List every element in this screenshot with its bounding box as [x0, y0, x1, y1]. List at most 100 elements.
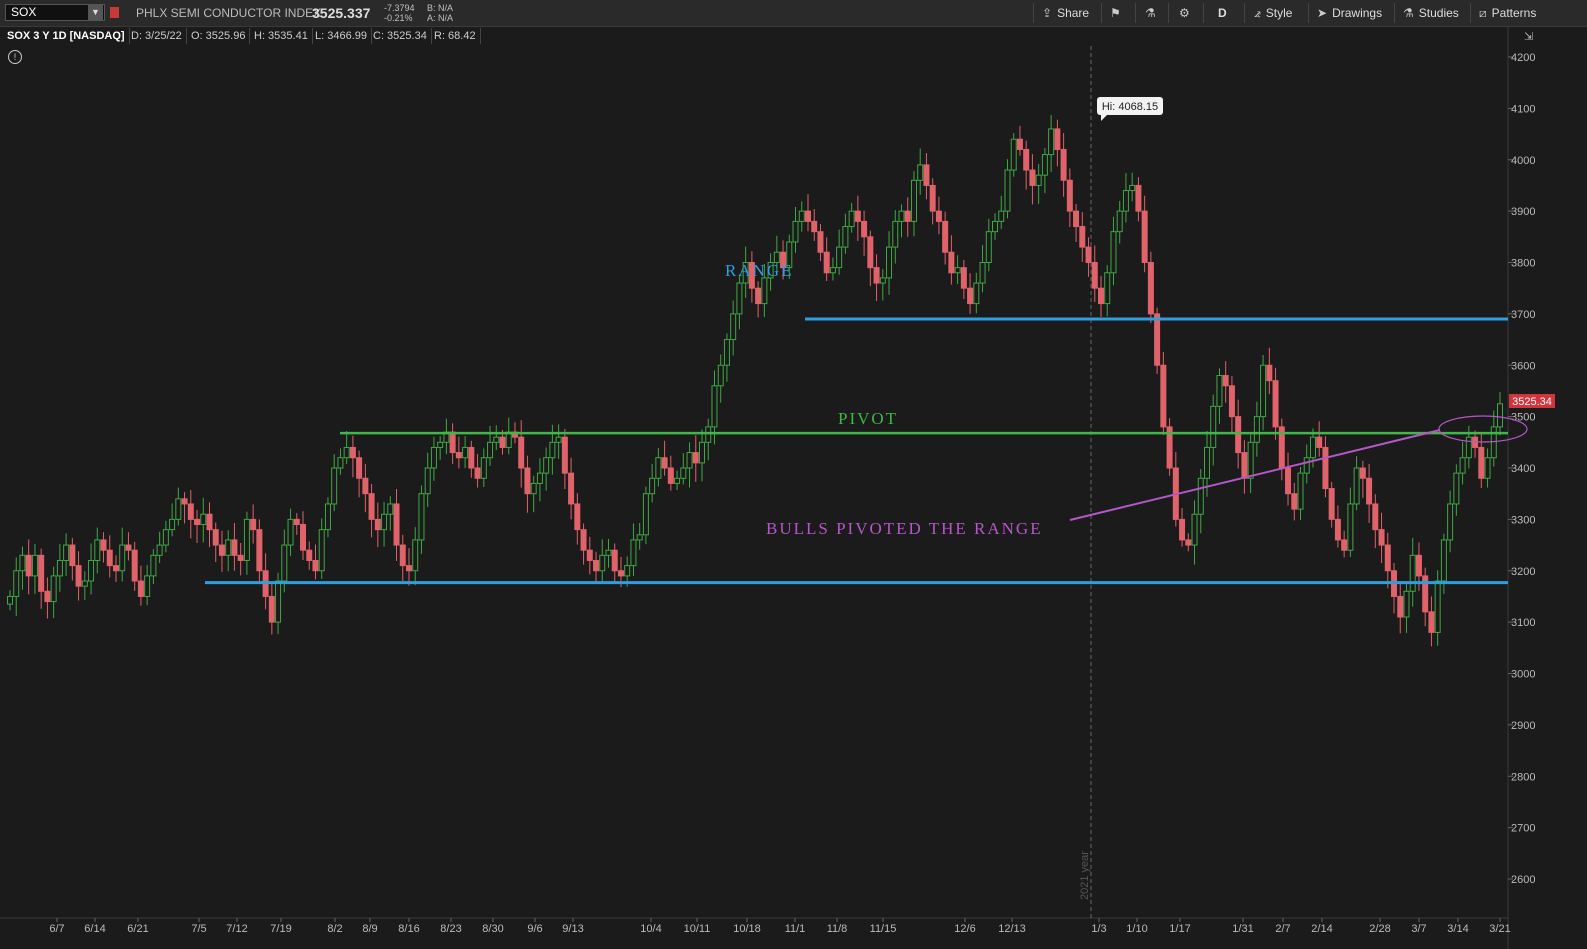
y-tick-label: 3700	[1511, 309, 1535, 321]
candle	[1472, 430, 1479, 458]
candle	[811, 209, 818, 241]
candle	[1366, 463, 1373, 523]
level-lines	[205, 317, 1528, 585]
candle	[1334, 505, 1341, 548]
highlight-ellipse[interactable]	[1438, 415, 1528, 443]
candle	[1291, 482, 1298, 521]
x-tick-label: 8/9	[362, 923, 377, 935]
candle	[449, 423, 456, 464]
candle	[88, 543, 95, 595]
candle	[599, 539, 606, 584]
candle	[331, 454, 338, 512]
candle	[1104, 265, 1111, 317]
candle	[1266, 347, 1273, 395]
candle	[1285, 452, 1292, 506]
candle	[674, 470, 681, 491]
candle	[374, 502, 381, 548]
candle	[243, 511, 250, 575]
axis-settings-icon[interactable]: ⇲	[1524, 31, 1533, 43]
candle	[430, 436, 437, 481]
y-tick-label: 3000	[1511, 669, 1535, 681]
candle	[661, 440, 668, 476]
candle	[412, 527, 419, 586]
candle	[1179, 508, 1186, 547]
candle	[206, 502, 213, 548]
candle	[1073, 203, 1080, 242]
y-tick-label: 2700	[1511, 823, 1535, 835]
candle	[225, 530, 232, 572]
candle	[1060, 133, 1067, 197]
candle	[686, 442, 693, 488]
candle	[1497, 391, 1503, 436]
candle	[904, 197, 911, 237]
candle	[112, 555, 119, 583]
candle	[755, 281, 762, 318]
candle	[1278, 418, 1285, 481]
x-tick-label: 8/23	[440, 923, 461, 935]
candle	[1122, 173, 1129, 223]
candle	[1341, 530, 1348, 558]
candle	[250, 504, 257, 544]
trend-line[interactable]	[1069, 429, 1441, 521]
candle	[1359, 460, 1366, 498]
candle	[349, 435, 356, 478]
x-tick-label: 11/1	[785, 923, 806, 935]
candle	[823, 237, 830, 281]
candle	[437, 436, 444, 460]
annotation-bulls: BULLS PIVOTED THE RANGE	[766, 519, 1043, 538]
candle	[886, 231, 893, 295]
candle	[462, 436, 469, 468]
y-tick-label: 3400	[1511, 463, 1535, 475]
candle	[1260, 354, 1267, 431]
candle	[593, 551, 600, 585]
candle	[44, 577, 51, 619]
y-tick-label: 2600	[1511, 874, 1535, 886]
candle	[1222, 361, 1229, 403]
candle	[1347, 487, 1354, 557]
y-tick-label: 2800	[1511, 771, 1535, 783]
candle	[898, 204, 905, 238]
candle	[200, 497, 207, 543]
candle	[381, 501, 388, 547]
candle	[125, 532, 132, 561]
candle	[7, 590, 13, 611]
candle	[399, 534, 406, 582]
candle	[935, 196, 942, 235]
y-tick-label: 4200	[1511, 52, 1535, 64]
candle	[94, 527, 101, 574]
candle	[1316, 421, 1323, 457]
candle	[1041, 147, 1048, 194]
candle	[530, 475, 537, 513]
y-tick-label: 3600	[1511, 360, 1535, 372]
price-chart[interactable]: ⇲ 4200 4100 4000 3900 3800 3700 3600 3500 3400 33…	[0, 0, 1587, 949]
candle	[1353, 456, 1360, 511]
candle	[237, 543, 244, 576]
candle	[1422, 567, 1429, 627]
x-tick-label: 11/8	[827, 923, 848, 935]
last-price-label: 3525.34	[1512, 396, 1552, 408]
candle	[536, 458, 543, 502]
x-tick-label: 9/13	[562, 923, 583, 935]
candle	[611, 543, 618, 583]
candle	[1135, 177, 1142, 222]
x-tick-label: 10/11	[684, 923, 711, 935]
candle	[873, 254, 880, 302]
candle	[356, 450, 363, 498]
candle	[13, 557, 20, 616]
y-tick-label: 2900	[1511, 720, 1535, 732]
candle	[543, 447, 550, 491]
candle	[842, 213, 849, 254]
candle	[1484, 448, 1491, 488]
candle	[231, 522, 238, 571]
candle	[1459, 441, 1466, 485]
candle	[636, 522, 643, 550]
candle	[1116, 200, 1123, 244]
candle	[1372, 494, 1379, 549]
candle	[829, 257, 836, 281]
candle	[929, 178, 936, 225]
candle	[555, 424, 562, 459]
candle	[468, 440, 475, 478]
candle	[268, 583, 275, 635]
candle	[574, 493, 581, 545]
candle	[1141, 195, 1148, 273]
